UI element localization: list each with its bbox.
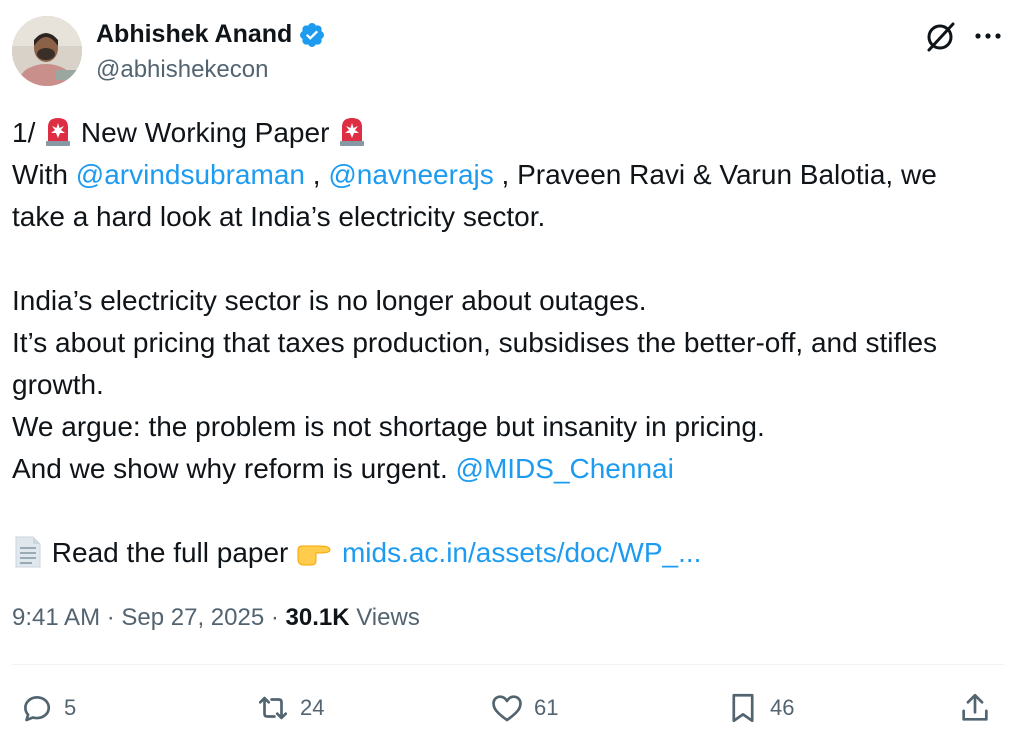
siren-icon [46,118,71,146]
tweet-line-3: take a hard look at India’s electricity … [12,201,546,232]
tweet-line-2-sep: , [304,159,329,190]
grok-icon[interactable] [924,20,958,54]
like-button[interactable]: 61 [490,688,558,728]
meta-separator: · [264,604,286,631]
tweet-line-1: 1/ New Working Paper [12,112,1007,154]
tweet-line-8: And we show why reform is urgent. @MIDS_… [12,448,1007,490]
bookmark-icon [732,693,754,723]
divider [12,664,1004,665]
more-icon[interactable] [972,20,1004,52]
tweet-line-7: We argue: the problem is not shortage bu… [12,411,765,442]
repost-icon [258,696,288,720]
bookmark-button[interactable]: 46 [726,688,794,728]
author-name[interactable]: Abhishek Anand [96,20,292,49]
reply-icon [24,696,51,722]
views-label: Views [349,604,420,631]
author-name-row[interactable]: Abhishek Anand [96,20,326,49]
tweet-text: 1/ New Working Paper With @arvindsubrama… [12,112,1007,574]
thread-index: 1/ [12,117,44,148]
mention-link[interactable]: @MIDS_Chennai [456,453,674,484]
tweet-line-2-with: With [12,159,76,190]
tweet: Abhishek Anand @abhishekecon 1/ New Work… [0,0,1015,746]
like-icon [492,695,522,722]
bookmark-count: 46 [770,695,795,720]
tweet-line-6: growth. [12,369,104,400]
meta-separator: · [100,604,122,631]
mention-link[interactable]: @arvindsubraman [76,159,305,190]
tweet-line-5: It’s about pricing that taxes production… [12,327,938,358]
page-document-icon [15,536,41,568]
verified-badge-icon [300,22,325,47]
avatar[interactable] [12,16,82,86]
tweet-line-2-rest: , Praveen Ravi & Varun Balotia, we [493,159,937,190]
tweet-line-1-text: New Working Paper [73,117,338,148]
author-handle[interactable]: @abhishekecon [96,56,268,84]
like-count: 61 [534,695,559,720]
share-icon [962,693,988,721]
siren-icon [340,118,365,146]
tweet-meta: 9:41 AM · Sep 27, 2025 · 30.1K Views [12,604,420,632]
views-count: 30.1K [285,604,350,631]
repost-count: 24 [300,695,325,720]
tweet-line-9: Read the full paper mids.ac.in/assets/do… [12,532,1007,574]
tweet-line-8-text: And we show why reform is urgent. [12,453,456,484]
paper-link[interactable]: mids.ac.in/assets/doc/WP_... [342,537,701,568]
tweet-line-2: With @arvindsubraman , @navneerajs , Pra… [12,154,1007,196]
tweet-date[interactable]: Sep 27, 2025 [121,604,264,631]
tweet-time[interactable]: 9:41 AM [12,604,100,631]
tweet-line-4: India’s electricity sector is no longer … [12,285,647,316]
pointing-right-icon [297,545,331,566]
tweet-line-9-text: Read the full paper [44,537,297,568]
repost-button[interactable]: 24 [256,688,324,728]
reply-button[interactable]: 5 [20,688,76,728]
reply-count: 5 [64,695,77,720]
share-button[interactable] [958,688,992,728]
mention-link[interactable]: @navneerajs [328,159,493,190]
